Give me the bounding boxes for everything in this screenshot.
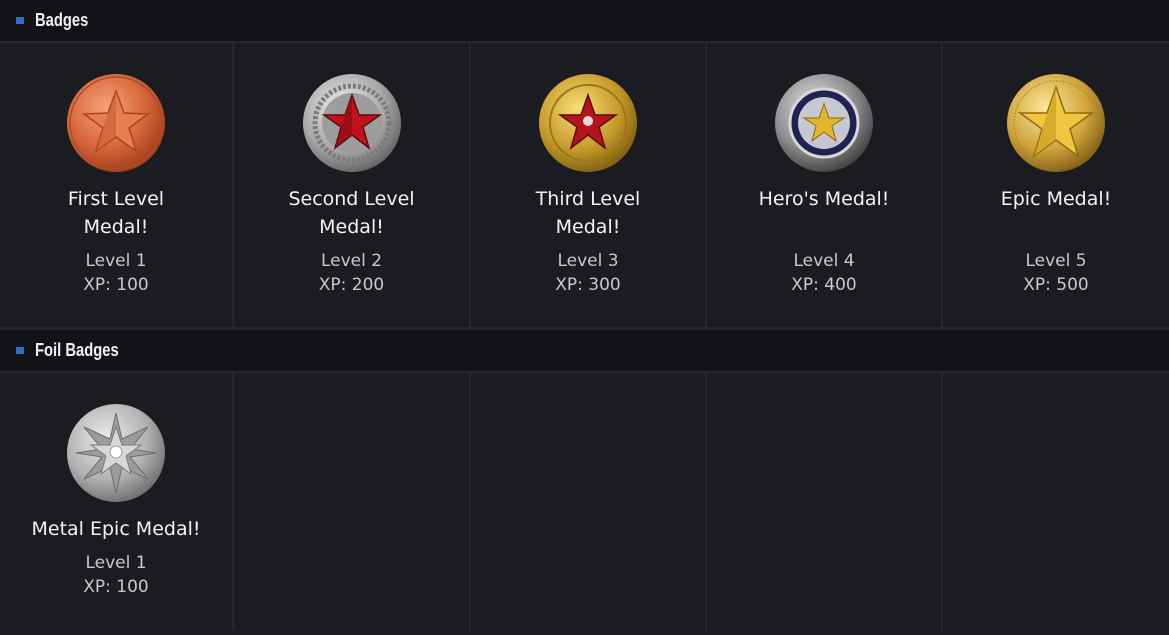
- badge-level: Level 1: [85, 251, 147, 271]
- badge-level: Level 1: [85, 553, 147, 573]
- badge-name: Hero's Medal!: [758, 188, 890, 210]
- foil-badges-grid: Metal Epic Medal! Level 1 XP: 100: [0, 373, 1169, 630]
- empty-badge-slot: [234, 373, 471, 630]
- metal-star-medal-icon: [66, 403, 166, 503]
- badge-xp: XP: 400: [791, 275, 857, 295]
- bronze-star-medal-icon: [66, 73, 166, 173]
- badge-card[interactable]: Hero's Medal! Level 4 XP: 400: [707, 43, 943, 327]
- badge-xp: XP: 300: [555, 275, 621, 295]
- badge-meta: Level 1 XP: 100: [0, 249, 232, 297]
- silver-red-star-medal-icon: [302, 73, 402, 173]
- badge-level: Level 3: [557, 251, 619, 271]
- badge-name: Epic Medal!: [1000, 188, 1112, 210]
- gold-red-star-medal-icon: [538, 73, 638, 173]
- badge-level: Level 2: [320, 251, 383, 271]
- badge-card[interactable]: Metal Epic Medal! Level 1 XP: 100: [0, 373, 234, 630]
- badge-meta: Level 3 XP: 300: [471, 249, 705, 297]
- badge-card[interactable]: Third Level Medal! Level 3 XP: 300: [471, 43, 707, 327]
- badge-name: Second Level Medal!: [288, 188, 415, 238]
- badge-meta: Level 4 XP: 400: [707, 249, 941, 297]
- badge-name: First Level Medal!: [67, 188, 165, 238]
- badge-card[interactable]: Second Level Medal! Level 2 XP: 200: [234, 43, 471, 327]
- badges-grid: First Level Medal! Level 1 XP: 100 Secon…: [0, 43, 1169, 327]
- foil-badges-section-header: Foil Badges: [0, 327, 1169, 373]
- badge-level: Level 5: [1025, 251, 1087, 271]
- badge-meta: Level 1 XP: 100: [0, 551, 232, 599]
- badge-name: Metal Epic Medal!: [31, 518, 201, 540]
- section-title: Foil Badges: [35, 340, 119, 360]
- empty-badge-slot: [943, 373, 1169, 630]
- badge-meta: Level 5 XP: 500: [943, 249, 1169, 297]
- badge-meta: Level 2 XP: 200: [234, 249, 469, 297]
- badge-xp: XP: 200: [318, 275, 385, 295]
- section-title: Badges: [35, 10, 89, 30]
- badge-xp: XP: 100: [83, 275, 149, 295]
- badge-card[interactable]: First Level Medal! Level 1 XP: 100: [0, 43, 234, 327]
- empty-badge-slot: [707, 373, 943, 630]
- gold-star-medal-icon: [1006, 73, 1106, 173]
- badge-xp: XP: 500: [1023, 275, 1089, 295]
- badge-name: Third Level Medal!: [535, 188, 641, 238]
- section-marker-icon: [16, 17, 24, 24]
- section-marker-icon: [16, 347, 24, 354]
- hero-silver-blue-medal-icon: [774, 73, 874, 173]
- badges-section-header: Badges: [0, 0, 1169, 43]
- badge-card[interactable]: Epic Medal! Level 5 XP: 500: [943, 43, 1169, 327]
- badge-level: Level 4: [793, 251, 855, 271]
- empty-badge-slot: [471, 373, 707, 630]
- badge-xp: XP: 100: [83, 577, 149, 597]
